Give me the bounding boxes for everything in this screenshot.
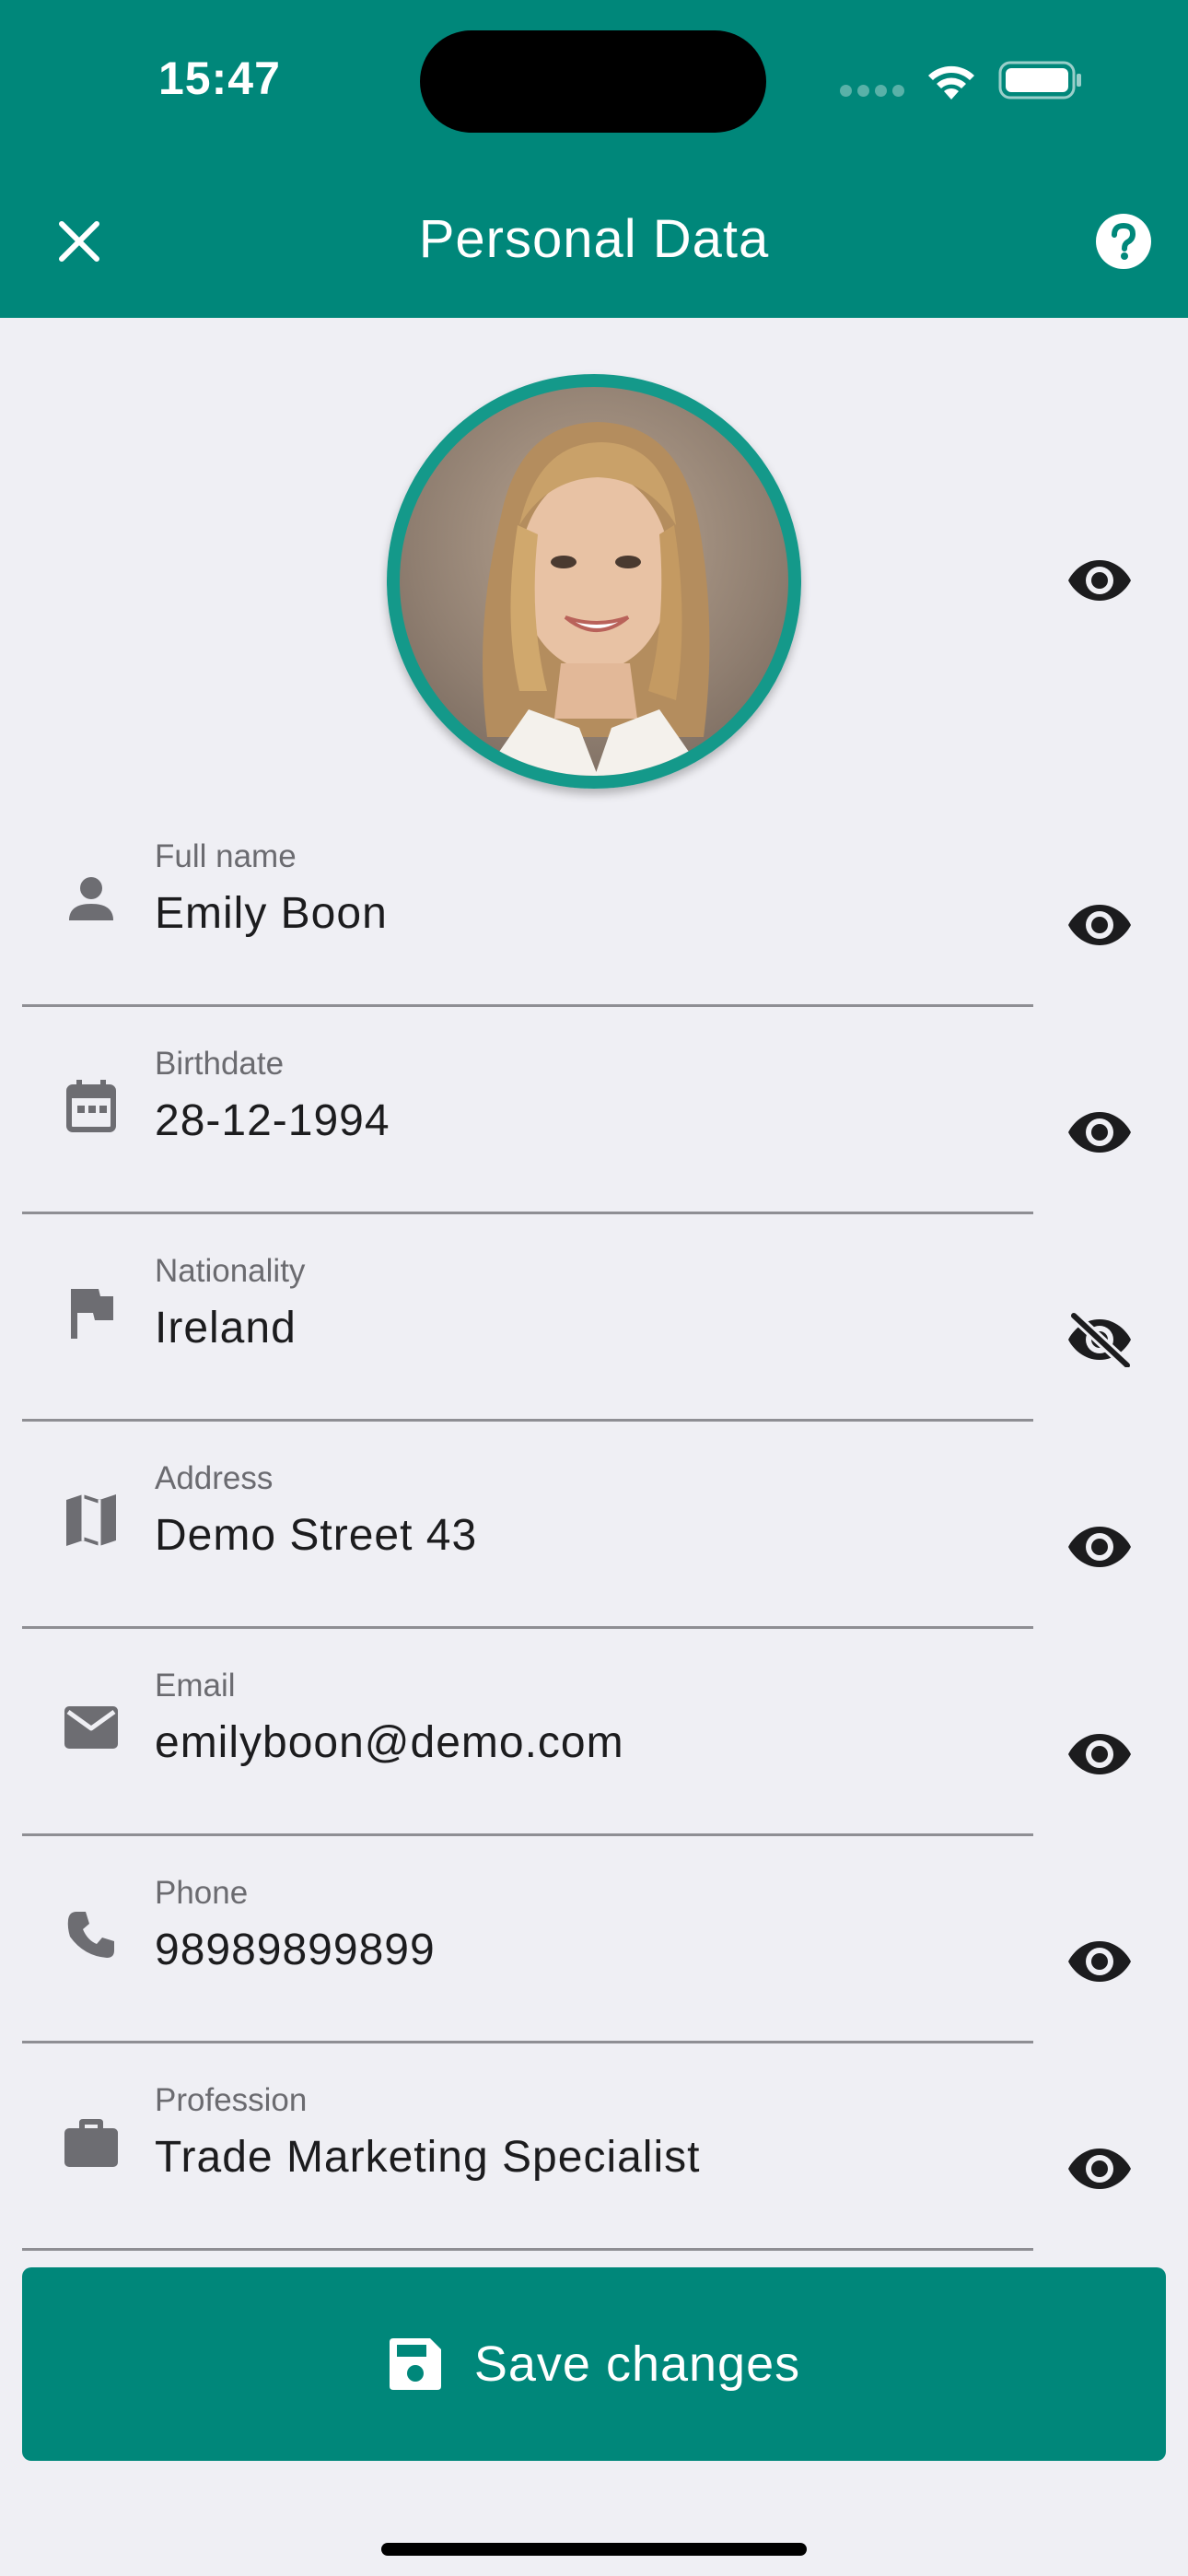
eye-icon [1068, 1734, 1131, 1774]
battery-icon [998, 61, 1081, 100]
save-icon [388, 2336, 443, 2392]
app-bar: 15:47 Personal Data [0, 0, 1188, 318]
field-value[interactable]: emilyboon@demo.com [155, 1717, 624, 1768]
phone-icon [59, 1903, 123, 1967]
field-address[interactable]: Address Demo Street 43 [22, 1422, 1033, 1629]
help-icon [1096, 214, 1151, 269]
eye-icon [1068, 1941, 1131, 1982]
person-icon [59, 866, 123, 931]
field-value[interactable]: 28-12-1994 [155, 1095, 390, 1146]
field-value[interactable]: Trade Marketing Specialist [155, 2132, 700, 2183]
profile-photo[interactable] [387, 374, 801, 789]
save-button-label: Save changes [473, 2336, 801, 2392]
field-full-name[interactable]: Full name Emily Boon [22, 800, 1033, 1007]
calendar-icon [59, 1073, 123, 1138]
field-nationality[interactable]: Nationality Ireland [22, 1214, 1033, 1422]
status-time: 15:47 [158, 53, 281, 104]
wifi-icon [928, 65, 974, 100]
briefcase-icon [59, 2110, 123, 2174]
map-icon [59, 1488, 123, 1552]
field-label: Birthdate [155, 1046, 285, 1082]
field-label: Address [155, 1460, 274, 1496]
field-value[interactable]: Emily Boon [155, 888, 388, 939]
profession-visibility-toggle[interactable] [1059, 2128, 1140, 2209]
profile-photo-image [483, 422, 710, 776]
email-visibility-toggle[interactable] [1059, 1714, 1140, 1795]
phone-visibility-toggle[interactable] [1059, 1921, 1140, 2002]
eye-icon [1068, 2149, 1131, 2189]
field-label: Nationality [155, 1253, 306, 1289]
save-changes-button[interactable]: Save changes [22, 2267, 1166, 2461]
field-value[interactable]: 98989899899 [155, 1925, 436, 1975]
help-button[interactable] [1087, 205, 1160, 278]
eye-icon [1068, 1112, 1131, 1153]
field-birthdate[interactable]: Birthdate 28-12-1994 [22, 1007, 1033, 1214]
photo-visibility-toggle[interactable] [1059, 540, 1140, 621]
field-profession[interactable]: Profession Trade Marketing Specialist [22, 2043, 1033, 2251]
birthdate-visibility-toggle[interactable] [1059, 1092, 1140, 1173]
nationality-visibility-toggle[interactable] [1059, 1299, 1140, 1380]
field-email[interactable]: Email emilyboon@demo.com [22, 1629, 1033, 1836]
eye-icon [1068, 1527, 1131, 1567]
eye-icon [1068, 560, 1131, 601]
dynamic-island [420, 30, 766, 133]
full-name-visibility-toggle[interactable] [1059, 884, 1140, 966]
field-label: Email [155, 1668, 236, 1704]
field-value[interactable]: Ireland [155, 1303, 297, 1353]
field-label: Phone [155, 1875, 249, 1911]
page-title: Personal Data [418, 209, 770, 269]
email-icon [59, 1695, 123, 1760]
cellular-signal-icon [840, 85, 904, 98]
address-visibility-toggle[interactable] [1059, 1506, 1140, 1587]
eye-off-icon [1068, 1312, 1133, 1367]
field-phone[interactable]: Phone 98989899899 [22, 1836, 1033, 2043]
home-indicator[interactable] [381, 2543, 807, 2556]
eye-icon [1068, 905, 1131, 945]
field-value[interactable]: Demo Street 43 [155, 1510, 477, 1561]
flag-icon [59, 1281, 123, 1345]
field-label: Profession [155, 2082, 308, 2118]
field-label: Full name [155, 838, 297, 874]
